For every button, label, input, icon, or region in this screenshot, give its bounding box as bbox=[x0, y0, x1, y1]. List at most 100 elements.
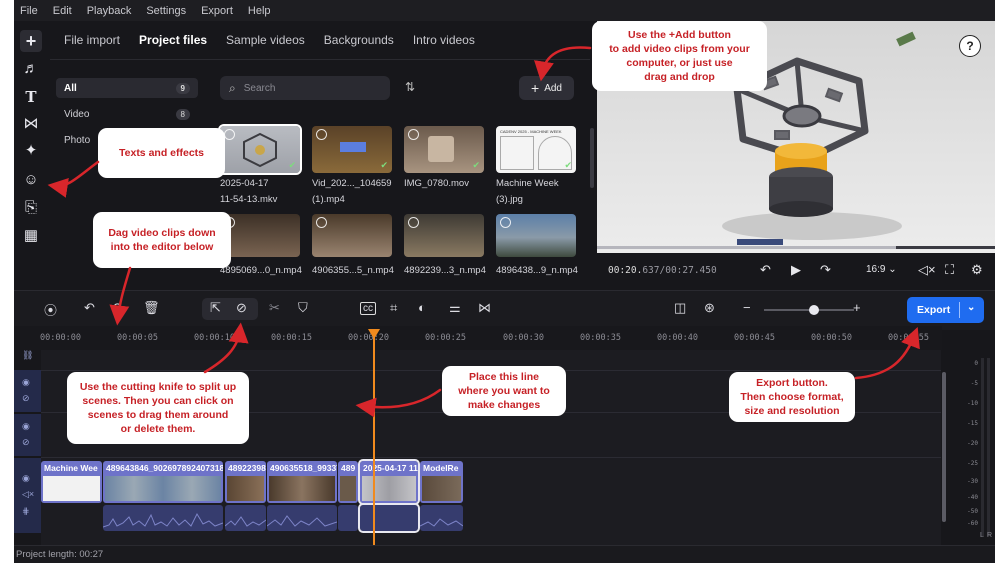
time-current: 00:20. bbox=[608, 265, 643, 276]
video-clip[interactable]: 48922398 bbox=[225, 461, 266, 503]
video-clip[interactable]: 489643846_9026978924073188_ bbox=[103, 461, 223, 503]
play-indicator-icon bbox=[224, 129, 235, 140]
marker-icon[interactable]: ⛉ bbox=[298, 300, 308, 316]
ruler-label: 00:00:05 bbox=[117, 333, 158, 343]
color-icon[interactable]: ◐ bbox=[418, 300, 426, 315]
add-button[interactable]: + Add bbox=[519, 76, 574, 100]
audio-clip[interactable] bbox=[267, 505, 337, 531]
media-item-thumb[interactable]: ✔ bbox=[404, 126, 484, 173]
plus-icon: + bbox=[531, 80, 540, 96]
menu-playback[interactable]: Playback bbox=[81, 5, 141, 17]
video-clip[interactable]: Machine Wee bbox=[41, 461, 102, 503]
sort-icon[interactable]: ⇅ bbox=[405, 80, 415, 94]
eye-icon[interactable]: ◉ bbox=[22, 473, 30, 484]
captions-icon[interactable]: cc bbox=[360, 302, 376, 315]
playhead-handle[interactable] bbox=[368, 329, 380, 339]
eye-icon[interactable]: ◉ bbox=[22, 377, 30, 388]
hidden-icon[interactable]: ⊘ bbox=[22, 437, 30, 448]
media-item-thumb[interactable] bbox=[312, 214, 392, 257]
time-current-ms: 637 bbox=[642, 265, 660, 276]
annotation-playhead: Place this line where you want to make cha… bbox=[442, 366, 566, 416]
transition-icon[interactable]: ⋈ bbox=[20, 113, 42, 135]
play-indicator-icon bbox=[316, 217, 327, 228]
ruler-label: 00:00:30 bbox=[503, 333, 544, 343]
media-item-thumb[interactable]: ✔ bbox=[218, 124, 302, 175]
audio-clip-selected[interactable] bbox=[358, 503, 420, 533]
zoom-in-icon[interactable]: + bbox=[853, 300, 861, 315]
crop-icon[interactable]: ⌗ bbox=[390, 300, 397, 316]
menu-help[interactable]: Help bbox=[242, 5, 280, 17]
ruler-label: 00:00:40 bbox=[657, 333, 698, 343]
audio-icon[interactable]: ◫ bbox=[674, 300, 686, 316]
sticker-icon[interactable]: ☺ bbox=[20, 169, 42, 191]
playhead[interactable] bbox=[373, 333, 375, 545]
chevron-down-icon[interactable]: ⌄ bbox=[967, 302, 975, 313]
audio-clip[interactable] bbox=[103, 505, 223, 531]
eye-icon[interactable]: ◉ bbox=[22, 421, 30, 432]
menu-settings[interactable]: Settings bbox=[140, 5, 195, 17]
music-icon[interactable]: ♬ bbox=[20, 58, 42, 80]
tab-file-import[interactable]: File import bbox=[64, 33, 120, 47]
media-item-thumb[interactable]: CADENV 2025 - MACHINE WEEK ✔ bbox=[496, 126, 576, 173]
search-input[interactable]: ⌕ Search bbox=[220, 76, 390, 100]
knife-icon[interactable]: ⊘ bbox=[236, 300, 247, 316]
media-tabs: File import Project files Sample videos … bbox=[64, 33, 494, 47]
widgets-icon[interactable]: ▦ bbox=[20, 225, 42, 247]
forward-icon[interactable]: ↷ bbox=[820, 262, 831, 278]
speed-icon[interactable]: ⋈ bbox=[478, 300, 491, 316]
media-item-thumb[interactable] bbox=[404, 214, 484, 257]
volume-icon[interactable]: ◁× bbox=[918, 262, 936, 278]
scissors-icon[interactable]: ✂ bbox=[269, 300, 280, 316]
playback-progress[interactable] bbox=[597, 246, 995, 249]
help-icon[interactable]: ? bbox=[959, 35, 981, 57]
undo-icon[interactable]: ↶ bbox=[84, 300, 95, 316]
menu-export[interactable]: Export bbox=[195, 5, 242, 17]
category-all[interactable]: All 9 bbox=[56, 78, 198, 98]
media-scrollbar[interactable] bbox=[590, 128, 594, 188]
video-clip[interactable]: ModelRe bbox=[420, 461, 463, 503]
export-button[interactable]: Export ⌄ bbox=[907, 297, 984, 323]
timeline-scrollbar[interactable] bbox=[942, 372, 946, 522]
menu-edit[interactable]: Edit bbox=[47, 5, 81, 17]
media-item-thumb[interactable] bbox=[496, 214, 576, 257]
category-video[interactable]: Video 8 bbox=[56, 104, 198, 124]
tab-backgrounds[interactable]: Backgrounds bbox=[324, 33, 394, 47]
hidden-icon[interactable]: ⊘ bbox=[22, 393, 30, 404]
tab-project-files[interactable]: Project files bbox=[139, 33, 207, 47]
tab-sample-videos[interactable]: Sample videos bbox=[226, 33, 305, 47]
zoom-slider-handle[interactable] bbox=[809, 305, 819, 315]
video-clip-selected[interactable]: 2025-04-17 11 bbox=[358, 459, 420, 505]
lock-icon[interactable]: ⋕ bbox=[22, 506, 30, 517]
video-clip[interactable]: 490635518_99337 bbox=[267, 461, 337, 503]
play-icon[interactable]: ▶ bbox=[791, 262, 801, 278]
video-clip[interactable]: 489 bbox=[338, 461, 358, 503]
media-item-thumb[interactable]: ✔ bbox=[312, 126, 392, 173]
text-icon[interactable]: T bbox=[20, 86, 42, 108]
select-icon[interactable]: ⇱ bbox=[210, 300, 221, 316]
plus-icon[interactable]: + bbox=[20, 30, 42, 52]
fullscreen-icon[interactable]: ⛶ bbox=[945, 262, 954, 278]
overlay-icon[interactable]: ⎘ bbox=[20, 197, 42, 219]
play-indicator-icon bbox=[500, 217, 511, 228]
redo-icon[interactable]: ↷ bbox=[113, 300, 124, 316]
tab-intro-videos[interactable]: Intro videos bbox=[413, 33, 475, 47]
audio-clip[interactable] bbox=[420, 505, 463, 531]
media-item-thumb[interactable] bbox=[220, 214, 300, 257]
meter-label: -60 bbox=[967, 520, 978, 527]
mute-icon[interactable]: ◁× bbox=[22, 489, 34, 500]
link-icon[interactable]: ⛓ bbox=[22, 350, 33, 361]
motion-icon[interactable]: ⊛ bbox=[704, 300, 715, 316]
audio-clip[interactable] bbox=[225, 505, 266, 531]
settings-icon[interactable]: ⚙ bbox=[971, 262, 983, 278]
effects-icon[interactable]: ✦ bbox=[20, 140, 42, 162]
delete-icon[interactable]: 🗑 bbox=[143, 300, 160, 316]
zoom-out-icon[interactable]: − bbox=[743, 300, 751, 315]
aspect-ratio-select[interactable]: 16:9 ⌄ bbox=[866, 264, 897, 275]
record-icon[interactable]: ⦿ bbox=[44, 300, 57, 319]
rewind-icon[interactable]: ↶ bbox=[760, 262, 771, 278]
menu-file[interactable]: File bbox=[14, 5, 47, 17]
meter-label: -30 bbox=[967, 478, 978, 485]
audio-clip[interactable] bbox=[338, 505, 358, 531]
adjust-icon[interactable]: ⚌ bbox=[449, 300, 461, 316]
media-item-label: 4906355...5_n.mp4 bbox=[312, 265, 394, 276]
